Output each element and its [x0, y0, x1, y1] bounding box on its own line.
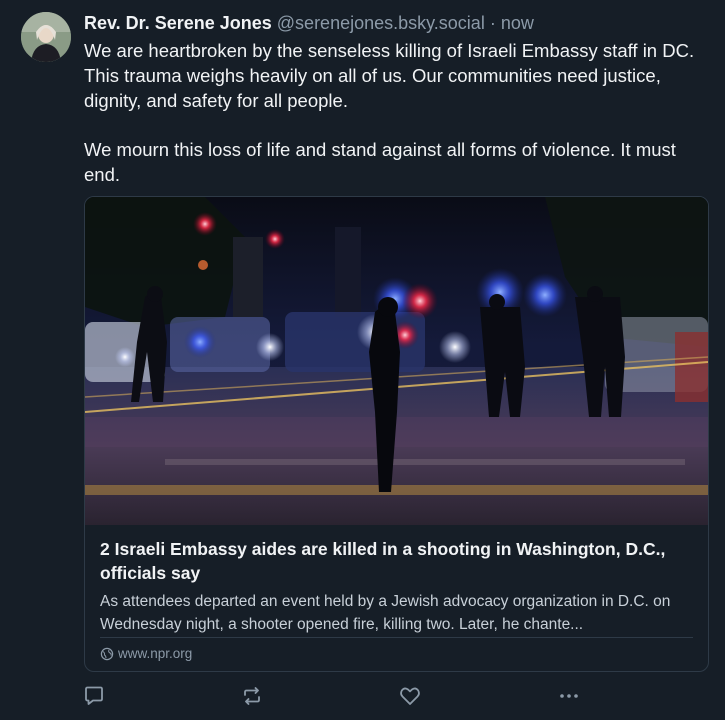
- author-handle[interactable]: @serenejones.bsky.social: [277, 13, 485, 33]
- card-divider: [100, 637, 693, 638]
- repost-button[interactable]: [240, 684, 264, 708]
- link-card-description: As attendees departed an event held by a…: [100, 593, 671, 633]
- heart-icon: [400, 687, 420, 705]
- link-preview-image: [85, 197, 708, 525]
- link-card-title[interactable]: 2 Israeli Embassy aides are killed in a …: [100, 537, 700, 585]
- repost-icon: [244, 687, 260, 705]
- globe-icon: [100, 647, 114, 660]
- author-name[interactable]: Rev. Dr. Serene Jones: [84, 13, 272, 33]
- more-options-button[interactable]: [557, 684, 581, 708]
- post-actions: [0, 684, 725, 708]
- post-timestamp[interactable]: now: [501, 13, 534, 33]
- post-paragraph: We are heartbroken by the senseless kill…: [84, 40, 695, 111]
- reply-icon: [85, 686, 103, 705]
- link-card-domain[interactable]: www.npr.org: [100, 646, 192, 661]
- like-button[interactable]: [398, 684, 422, 708]
- post-header: Rev. Dr. Serene Jones @serenejones.bsky.…: [84, 12, 534, 34]
- link-preview-card[interactable]: 2 Israeli Embassy aides are killed in a …: [84, 196, 709, 672]
- reply-button[interactable]: [82, 684, 106, 708]
- author-avatar[interactable]: [21, 12, 71, 62]
- avatar-image: [21, 12, 71, 62]
- link-card-domain-text: www.npr.org: [118, 646, 193, 661]
- post-paragraph: We mourn this loss of life and stand aga…: [84, 139, 676, 185]
- post-text: We are heartbroken by the senseless kill…: [84, 38, 714, 187]
- post[interactable]: Rev. Dr. Serene Jones @serenejones.bsky.…: [0, 0, 725, 720]
- separator-dot: ·: [489, 13, 496, 33]
- more-icon: [560, 694, 578, 698]
